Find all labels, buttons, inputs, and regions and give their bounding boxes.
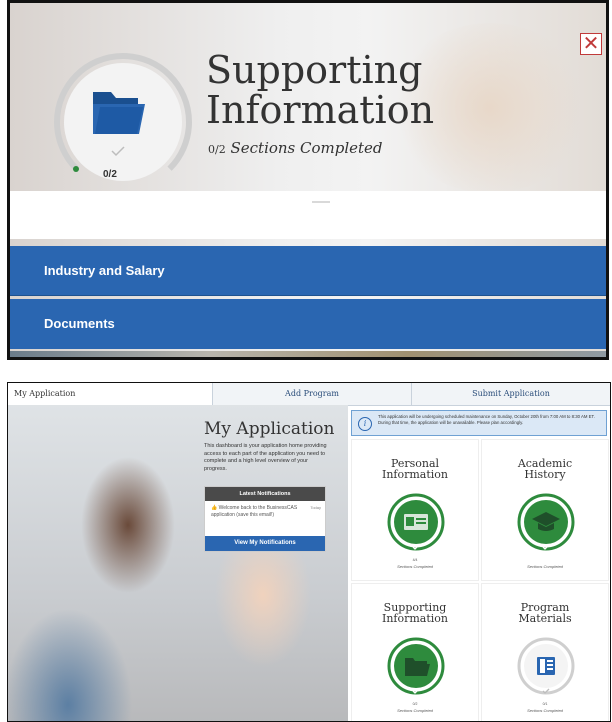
section-count: 4/4 — [412, 558, 418, 562]
section-count: 0/2 — [412, 702, 418, 706]
tab-bar: My Application Add Program Submit Applic… — [8, 383, 610, 406]
section-progress-ring — [387, 637, 445, 695]
tab-submit-application[interactable]: Submit Application — [411, 383, 610, 405]
background-photo-strip — [10, 351, 606, 357]
divider-notch — [312, 201, 330, 203]
section-row-industry-and-salary[interactable]: Industry and Salary — [10, 246, 606, 296]
maintenance-banner-text: This application will be undergoing sche… — [378, 414, 595, 425]
section-card-personal-information[interactable]: Personal Information 4/4 Sections Complet… — [351, 439, 479, 581]
section-status-label: Sections Completed — [397, 708, 433, 713]
notifications-header: Latest Notifications — [205, 487, 325, 501]
section-count: 0/1 — [542, 702, 548, 706]
tab-my-application[interactable]: My Application — [8, 383, 212, 405]
section-progress-ring — [517, 493, 575, 551]
section-name: Academic History — [517, 457, 573, 481]
notification-message: Welcome back to the BusinessCAS applicat… — [211, 505, 298, 518]
book-icon — [537, 657, 555, 675]
section-card-program-materials[interactable]: Program Materials 0/1 Sections Completed — [481, 583, 609, 721]
page-title: My Application — [204, 419, 335, 439]
section-status-label: Sections Completed — [397, 564, 433, 569]
modal-title-line1: Supporting — [206, 48, 423, 92]
view-notifications-button[interactable]: View My Notifications — [205, 536, 325, 551]
section-grid: Personal Information 4/4 Sections Complet… — [351, 439, 609, 721]
notification-item[interactable]: 👍 Welcome back to the BusinessCAS applic… — [205, 501, 325, 522]
maintenance-banner: i This application will be undergoing sc… — [351, 410, 607, 436]
folder-icon — [93, 92, 145, 134]
section-status-label: Sections Completed — [527, 564, 563, 569]
section-card-academic-history[interactable]: Academic History Sections Completed — [481, 439, 609, 581]
progress-label: 0/2 Sections Completed — [208, 139, 383, 157]
section-progress-ring — [517, 637, 575, 695]
section-name: Personal Information — [381, 457, 449, 481]
header-divider-band — [10, 191, 606, 239]
progress-fraction: 0/2 — [208, 143, 226, 156]
notification-date: Today — [310, 505, 321, 510]
id-card-icon — [404, 514, 428, 530]
tab-add-program[interactable]: Add Program — [212, 383, 411, 405]
section-progress-ring — [387, 493, 445, 551]
modal-title-line2: Information — [206, 88, 435, 132]
section-name: Program Materials — [518, 601, 572, 625]
info-icon: i — [358, 417, 372, 431]
intro-text: This dashboard is your application home … — [204, 443, 327, 472]
progress-ring — [54, 53, 192, 191]
close-button[interactable]: ✕ — [580, 33, 602, 55]
progress-text: Sections Completed — [230, 139, 383, 157]
section-row-documents[interactable]: Documents — [10, 299, 606, 349]
application-dashboard: My Application Add Program Submit Applic… — [7, 382, 611, 722]
ring-count: 0/2 — [103, 169, 117, 180]
supporting-information-modal: 0/2 Supporting Information 0/2 Sections … — [7, 0, 609, 360]
section-card-supporting-information[interactable]: Supporting Information 0/2 Sections Compl… — [351, 583, 479, 721]
section-name: Supporting Information — [381, 601, 449, 625]
thumbs-up-icon: 👍 — [211, 505, 219, 511]
notifications-card: Latest Notifications 👍 Welcome back to t… — [204, 486, 326, 552]
section-status-label: Sections Completed — [527, 708, 563, 713]
